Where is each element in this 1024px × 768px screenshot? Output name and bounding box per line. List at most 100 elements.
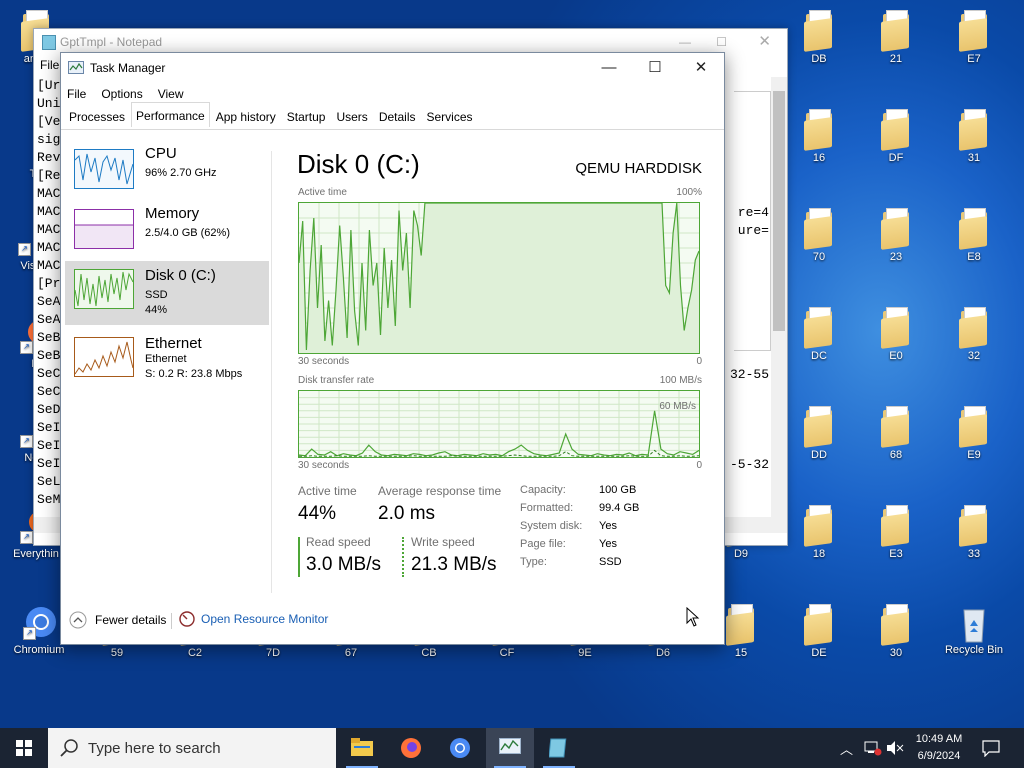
- desktop-folder[interactable]: 70: [785, 208, 853, 263]
- mouse-cursor-icon: [686, 607, 700, 627]
- fewer-details-button[interactable]: Fewer details: [69, 611, 166, 629]
- sidebar-item-disk[interactable]: Disk 0 (C:) SSD 44%: [65, 261, 269, 325]
- folder-icon: [959, 208, 989, 250]
- desktop-folder[interactable]: E9: [940, 406, 1008, 461]
- taskbar-search-box[interactable]: Type here to search: [48, 728, 336, 768]
- recycle-bin[interactable]: Recycle Bin: [940, 604, 1008, 656]
- desktop-folder-label: E9: [967, 449, 981, 461]
- system-tray: ︿ 10:49 AM 6/9/2024: [836, 728, 1024, 768]
- desktop-folder[interactable]: E8: [940, 208, 1008, 263]
- close-button[interactable]: ✕: [678, 53, 724, 83]
- desktop-folder-label: 33: [967, 548, 981, 560]
- tab-bar: Processes Performance App history Startu…: [61, 102, 724, 130]
- menu-view[interactable]: View: [158, 87, 184, 101]
- start-button[interactable]: [0, 728, 48, 768]
- tab-details[interactable]: Details: [374, 105, 421, 129]
- desktop-folder[interactable]: 32: [940, 307, 1008, 362]
- tab-performance[interactable]: Performance: [131, 102, 210, 127]
- stat-write-speed-label: Write speed: [411, 535, 475, 549]
- menu-file[interactable]: File: [67, 87, 86, 101]
- desktop-folder-label: 30: [889, 647, 903, 659]
- sidebar-item-detail: Ethernet: [145, 353, 187, 365]
- file-explorer-icon: [351, 738, 373, 756]
- search-placeholder: Type here to search: [88, 740, 221, 757]
- folder-icon: [804, 406, 834, 448]
- show-hidden-icons-chevron-icon[interactable]: ︿: [840, 739, 853, 758]
- window-title: Task Manager: [90, 61, 166, 75]
- desktop-folder-label: E0: [889, 350, 903, 362]
- stat-write-speed-value: 21.3 MB/s: [411, 554, 497, 575]
- desktop-folder[interactable]: DB: [785, 10, 853, 65]
- property-value: SSD: [599, 556, 622, 568]
- folder-icon: [804, 307, 834, 349]
- desktop-folder[interactable]: 33: [940, 505, 1008, 560]
- firefox-icon: [401, 738, 421, 758]
- desktop-folder[interactable]: 23: [862, 208, 930, 263]
- tab-startup[interactable]: Startup: [282, 105, 331, 129]
- notepad-right-text-4: -5-32: [729, 457, 769, 472]
- desktop-folder[interactable]: E3: [862, 505, 930, 560]
- stat-read-speed-value: 3.0 MB/s: [306, 554, 381, 575]
- desktop-folder-label: 9E: [578, 647, 592, 659]
- sidebar-item-ethernet[interactable]: Ethernet Ethernet S: 0.2 R: 23.8 Mbps: [65, 329, 269, 391]
- property-key: Capacity:: [520, 484, 566, 496]
- sidebar-item-usage: 44%: [145, 304, 168, 316]
- network-icon[interactable]: [864, 740, 882, 756]
- transfer-rate-graph-max: 100 MB/s: [659, 375, 702, 386]
- tab-app-history[interactable]: App history: [211, 105, 281, 129]
- active-time-axis-right: 0: [696, 356, 702, 367]
- open-resource-monitor-link[interactable]: Open Resource Monitor: [179, 611, 328, 627]
- task-manager-titlebar[interactable]: Task Manager — ☐ ✕: [61, 53, 724, 83]
- stat-avg-response-label: Average response time: [378, 484, 502, 498]
- maximize-button[interactable]: ☐: [632, 53, 678, 83]
- desktop-folder-label: DB: [811, 53, 827, 65]
- desktop-folder[interactable]: 30: [862, 604, 930, 659]
- folder-icon: [959, 406, 989, 448]
- desktop-folder-label: D9: [733, 548, 749, 560]
- folder-icon: [881, 208, 911, 250]
- notification-center-icon[interactable]: [982, 739, 1000, 757]
- minimize-button[interactable]: —: [586, 53, 632, 83]
- desktop-folder[interactable]: E0: [862, 307, 930, 362]
- transfer-rate-graph: [298, 390, 700, 458]
- sidebar-item-cpu[interactable]: CPU 96% 2.70 GHz: [65, 143, 269, 205]
- tab-users[interactable]: Users: [331, 105, 372, 129]
- task-manager-window[interactable]: Task Manager — ☐ ✕ File Options View Pro…: [60, 52, 725, 645]
- desktop-folder[interactable]: 18: [785, 505, 853, 560]
- menu-options[interactable]: Options: [101, 87, 142, 101]
- taskbar-chromium[interactable]: [436, 728, 484, 768]
- folder-icon: [804, 109, 834, 151]
- notepad-close-button[interactable]: ✕: [758, 29, 771, 55]
- desktop-folder[interactable]: DD: [785, 406, 853, 461]
- active-time-graph: [298, 202, 700, 354]
- clock[interactable]: 10:49 AM 6/9/2024: [908, 731, 970, 765]
- resource-monitor-icon: [179, 611, 195, 627]
- taskbar-firefox[interactable]: [387, 728, 435, 768]
- desktop-folder[interactable]: 68: [862, 406, 930, 461]
- desktop-folder-label: 16: [812, 152, 826, 164]
- property-value: 99.4 GB: [599, 502, 640, 514]
- desktop-folder[interactable]: 31: [940, 109, 1008, 164]
- desktop-folder-label: 18: [812, 548, 826, 560]
- desktop-folder[interactable]: E7: [940, 10, 1008, 65]
- desktop-icon-label: Recycle Bin: [944, 644, 1004, 656]
- scroll-thumb[interactable]: [773, 91, 785, 331]
- desktop-folder[interactable]: DC: [785, 307, 853, 362]
- taskbar-notepad[interactable]: [535, 728, 583, 768]
- notepad-menu-file[interactable]: File: [40, 58, 59, 72]
- volume-muted-icon[interactable]: [886, 740, 904, 756]
- desktop-folder-label: 15: [734, 647, 748, 659]
- desktop-folder[interactable]: DE: [785, 604, 853, 659]
- taskbar-task-manager[interactable]: [486, 728, 534, 768]
- chevron-up-icon: [69, 611, 87, 629]
- desktop-folder[interactable]: DF: [862, 109, 930, 164]
- desktop-folder-label: 7D: [265, 647, 281, 659]
- desktop-folder[interactable]: 21: [862, 10, 930, 65]
- folder-icon: [959, 505, 989, 547]
- desktop-folder[interactable]: 16: [785, 109, 853, 164]
- taskbar-file-explorer[interactable]: [338, 728, 386, 768]
- tab-services[interactable]: Services: [422, 105, 478, 129]
- tab-processes[interactable]: Processes: [64, 105, 130, 129]
- sidebar-item-memory[interactable]: Memory 2.5/4.0 GB (62%): [65, 203, 269, 265]
- notepad-vertical-scrollbar[interactable]: [771, 77, 787, 533]
